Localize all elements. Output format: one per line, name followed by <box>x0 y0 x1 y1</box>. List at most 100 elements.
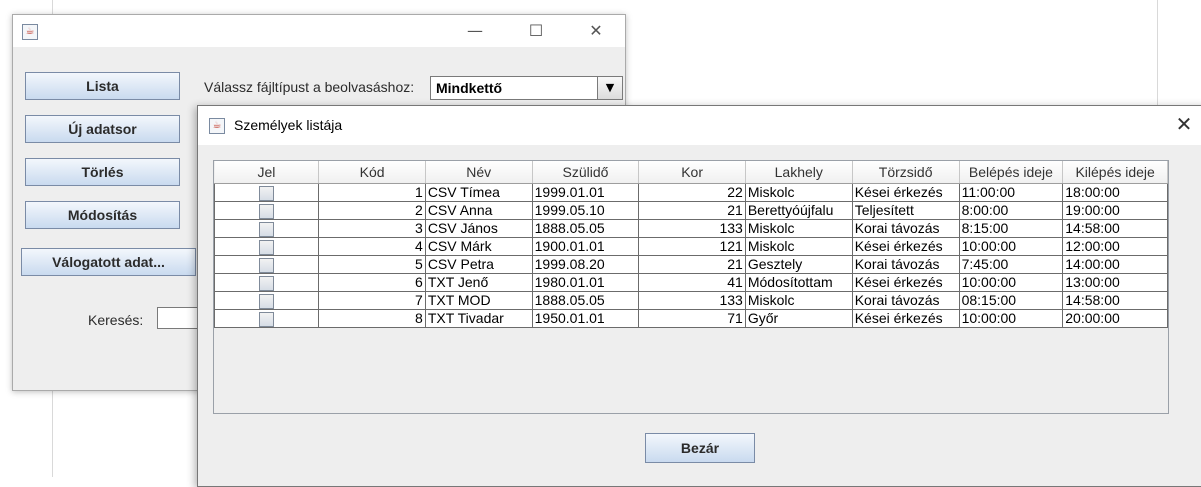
table-cell[interactable]: 12:00:00 <box>1062 237 1168 256</box>
table-cell[interactable]: Berettyóújfalu <box>744 201 853 220</box>
table-row[interactable]: 2 CSV Anna 1999.05.10 21 Berettyóújfalu Telje… <box>213 201 1168 220</box>
table-cell[interactable]: 1999.08.20 <box>531 255 640 274</box>
table-cell[interactable]: 133 <box>638 219 746 238</box>
table-cell[interactable]: Miskolc <box>744 219 853 238</box>
table-cell[interactable]: 8:15:00 <box>958 219 1064 238</box>
column-header[interactable]: Kód <box>318 161 426 184</box>
table-cell[interactable]: 8:00:00 <box>958 201 1064 220</box>
column-header[interactable]: Kilépés ideje <box>1062 161 1168 184</box>
jel-cell[interactable] <box>213 309 320 328</box>
table-cell[interactable]: 5 <box>318 255 426 274</box>
lista-button[interactable]: Lista <box>25 72 180 100</box>
table-cell[interactable]: 10:00:00 <box>958 273 1064 292</box>
table-cell[interactable]: 7 <box>318 291 426 310</box>
table-cell[interactable]: CSV Anna <box>424 201 533 220</box>
table-cell[interactable]: Korai távozás <box>851 219 960 238</box>
table-scroll-pane[interactable]: Jel Kód Név Szülidő Kor Lakhely Törzsidő… <box>213 160 1169 414</box>
table-cell[interactable]: Kései érkezés <box>851 237 960 256</box>
table-cell[interactable]: Miskolc <box>744 237 853 256</box>
uj-adatsor-button[interactable]: Új adatsor <box>25 115 180 143</box>
checkbox[interactable] <box>259 185 275 201</box>
jel-cell[interactable] <box>213 201 320 220</box>
filetype-select[interactable]: Mindkettő ▼ <box>430 76 623 100</box>
table-cell[interactable]: CSV János <box>424 219 533 238</box>
main-title-bar[interactable]: ☕ — ☐ ✕ <box>13 15 625 47</box>
table-row[interactable]: 3 CSV János 1888.05.05 133 Miskolc Korai távo… <box>213 219 1168 238</box>
table-cell[interactable]: 19:00:00 <box>1062 201 1168 220</box>
table-row[interactable]: 6 TXT Jenő 1980.01.01 41 Módosítottam Kései é… <box>213 273 1168 292</box>
jel-cell[interactable] <box>213 183 320 202</box>
table-cell[interactable]: 1888.05.05 <box>531 291 640 310</box>
bezar-button[interactable]: Bezár <box>645 433 755 463</box>
checkbox[interactable] <box>259 275 275 291</box>
table-cell[interactable]: Kései érkezés <box>851 273 960 292</box>
table-cell[interactable]: Gesztely <box>744 255 853 274</box>
column-header[interactable]: Kor <box>638 161 746 184</box>
table-cell[interactable]: 4 <box>318 237 426 256</box>
jel-cell[interactable] <box>213 291 320 310</box>
torles-button[interactable]: Törlés <box>25 158 180 186</box>
modositas-button[interactable]: Módosítás <box>25 201 180 229</box>
table-cell[interactable]: 14:58:00 <box>1062 219 1168 238</box>
jel-cell[interactable] <box>213 255 320 274</box>
table-cell[interactable]: TXT Jenő <box>424 273 533 292</box>
checkbox[interactable] <box>259 293 275 309</box>
table-cell[interactable]: 1950.01.01 <box>531 309 640 328</box>
minimize-icon[interactable]: — <box>452 15 498 47</box>
table-row[interactable]: 7 TXT MOD 1888.05.05 133 Miskolc Korai távozá… <box>213 291 1168 310</box>
column-header[interactable]: Lakhely <box>745 161 853 184</box>
table-row[interactable]: 4 CSV Márk 1900.01.01 121 Miskolc Kései érkez… <box>213 237 1168 256</box>
table-cell[interactable]: 1999.01.01 <box>531 183 640 202</box>
table-row[interactable]: 1 CSV Tímea 1999.01.01 22 Miskolc Kései érkez… <box>213 183 1168 202</box>
table-cell[interactable]: 10:00:00 <box>958 237 1064 256</box>
table-cell[interactable]: 20:00:00 <box>1062 309 1168 328</box>
table-cell[interactable]: Korai távozás <box>851 291 960 310</box>
table-cell[interactable]: 7:45:00 <box>958 255 1064 274</box>
table-cell[interactable]: 13:00:00 <box>1062 273 1168 292</box>
table-cell[interactable]: 14:00:00 <box>1062 255 1168 274</box>
table-cell[interactable]: Korai távozás <box>851 255 960 274</box>
table-cell[interactable]: 21 <box>638 201 746 220</box>
table-cell[interactable]: Teljesített <box>851 201 960 220</box>
table-cell[interactable]: Kései érkezés <box>851 183 960 202</box>
table-cell[interactable]: TXT Tivadar <box>424 309 533 328</box>
table-cell[interactable]: 1888.05.05 <box>531 219 640 238</box>
table-cell[interactable]: 71 <box>638 309 746 328</box>
table-cell[interactable]: Kései érkezés <box>851 309 960 328</box>
checkbox[interactable] <box>259 311 275 327</box>
table-cell[interactable]: 133 <box>638 291 746 310</box>
maximize-icon[interactable]: ☐ <box>513 15 559 47</box>
column-header[interactable]: Belépés ideje <box>959 161 1064 184</box>
table-cell[interactable]: 18:00:00 <box>1062 183 1168 202</box>
valogatott-adat-button[interactable]: Válogatott adat... <box>21 248 196 276</box>
table-row[interactable]: 8 TXT Tivadar 1950.01.01 71 Győr Kései érkezé… <box>213 309 1168 328</box>
column-header[interactable]: Szülidő <box>532 161 640 184</box>
dialog-title-bar[interactable]: ☕ Személyek listája ✕ <box>198 106 1201 145</box>
chevron-down-icon[interactable]: ▼ <box>597 77 622 99</box>
table-cell[interactable]: TXT MOD <box>424 291 533 310</box>
column-header[interactable]: Név <box>425 161 533 184</box>
table-cell[interactable]: CSV Petra <box>424 255 533 274</box>
checkbox[interactable] <box>259 239 275 255</box>
table-cell[interactable]: 1980.01.01 <box>531 273 640 292</box>
table-cell[interactable]: Miskolc <box>744 291 853 310</box>
table-cell[interactable]: CSV Tímea <box>424 183 533 202</box>
table-cell[interactable]: 22 <box>638 183 746 202</box>
table-cell[interactable]: 1900.01.01 <box>531 237 640 256</box>
table-cell[interactable]: 21 <box>638 255 746 274</box>
checkbox[interactable] <box>259 203 275 219</box>
table-cell[interactable]: 3 <box>318 219 426 238</box>
table-cell[interactable]: 1999.05.10 <box>531 201 640 220</box>
table-cell[interactable]: Győr <box>744 309 853 328</box>
table-cell[interactable]: Módosítottam <box>744 273 853 292</box>
column-header[interactable]: Jel <box>214 161 320 184</box>
table-cell[interactable]: 6 <box>318 273 426 292</box>
checkbox[interactable] <box>259 257 275 273</box>
table-cell[interactable]: 08:15:00 <box>958 291 1064 310</box>
table-cell[interactable]: 1 <box>318 183 426 202</box>
table-cell[interactable]: 8 <box>318 309 426 328</box>
table-cell[interactable]: 10:00:00 <box>958 309 1064 328</box>
close-icon[interactable]: ✕ <box>1172 112 1196 136</box>
close-icon[interactable]: ✕ <box>573 15 619 47</box>
checkbox[interactable] <box>259 221 275 237</box>
